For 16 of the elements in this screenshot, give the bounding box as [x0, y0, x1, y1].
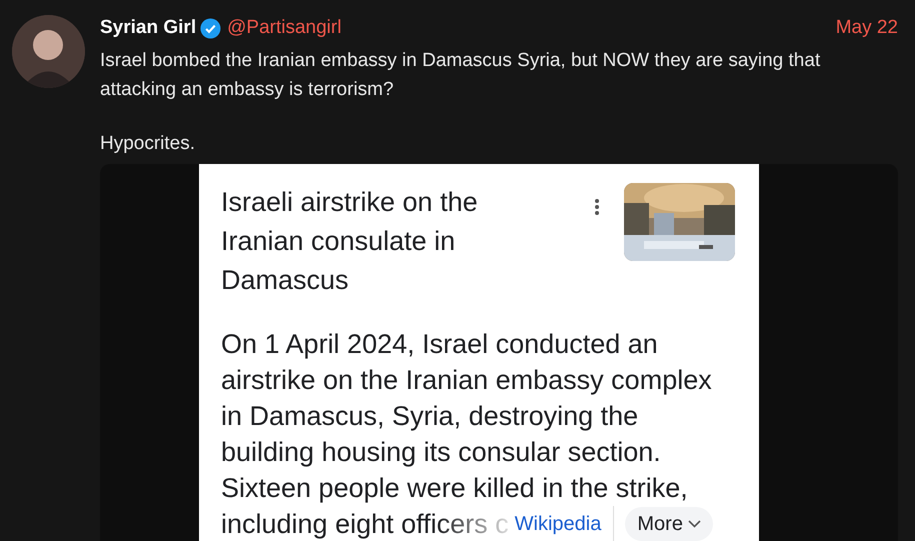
author-name[interactable]: Syrian Girl [100, 14, 196, 42]
result-text: On 1 April 2024, Israel conducted an [221, 328, 659, 361]
tweet-date[interactable]: May 22 [836, 14, 898, 42]
chevron-down-icon [688, 520, 701, 528]
tweet-text: Hypocrites. [100, 132, 196, 156]
result-title: Israeli airstrike on the Iranian consulate in Damascus [221, 186, 479, 297]
result-text: building housing its consular section. [221, 436, 662, 469]
tweet-text: Israel bombed the Iranian embassy in Damascus Syria, but NOW they are saying that attacking an embassy is terrorism? [100, 49, 822, 102]
media-frame[interactable] [100, 164, 898, 541]
result-text: airstrike on the Iranian embassy complex [221, 364, 713, 397]
more-options-icon[interactable] [594, 198, 600, 216]
source-link[interactable]: Wikipedia [514, 509, 602, 539]
result-text: Sixteen people were killed in the strike, [221, 472, 689, 505]
more-button[interactable]: More [625, 507, 713, 541]
result-text: in Damascus, Syria, destroying the [221, 400, 640, 433]
author-handle[interactable]: @Partisangirl [227, 14, 342, 42]
